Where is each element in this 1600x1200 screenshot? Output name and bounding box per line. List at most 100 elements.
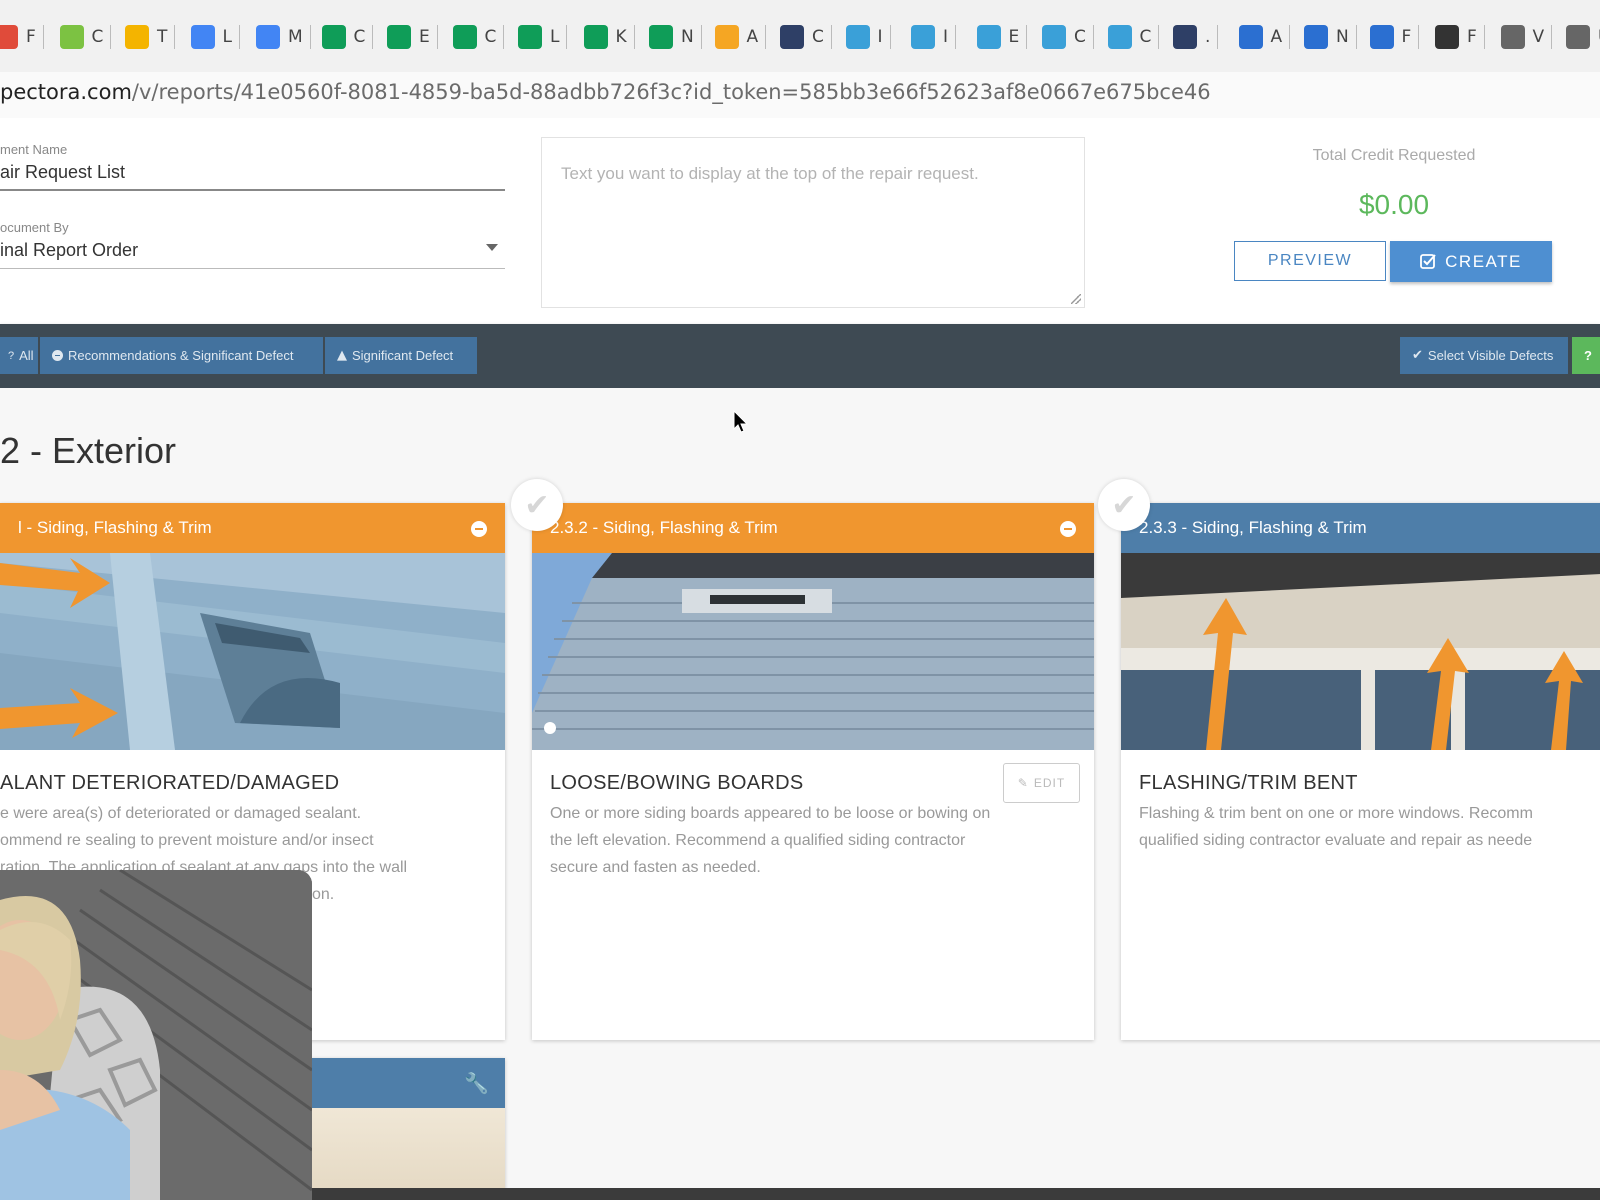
hexagon-icon [845,25,870,49]
bookmark-item[interactable]: L [518,22,568,52]
document-name-underline [0,189,505,191]
bookmark-separator [830,25,832,49]
bookmark-item[interactable]: E [976,22,1028,52]
bookmark-separator [633,25,635,49]
bookmark-label: C [812,27,824,47]
help-button[interactable]: ? [1572,337,1600,374]
intro-textarea[interactable] [542,138,1084,307]
minus-circle-icon[interactable] [1060,521,1076,537]
address-bar[interactable]: pectora.com/v/reports/41e0560f-8081-4859… [0,72,1600,119]
bookmark-item[interactable]: A [714,22,767,52]
bookmark-item[interactable]: E [387,22,438,52]
resize-handle-icon[interactable] [1071,294,1081,304]
circle-c-icon [1238,25,1263,49]
defect-photo[interactable] [0,553,505,750]
bookmark-item[interactable]: N [1304,22,1357,52]
description-line: One or more siding boards appeared to be… [550,805,991,822]
card-header[interactable]: 2.3.2 - Siding, Flashing & Trim [532,503,1094,553]
bookmark-label: N [681,27,694,47]
circle-c-icon [1369,25,1394,49]
bookmark-item[interactable]: C [321,22,374,52]
bookmark-item[interactable]: I [911,22,957,52]
bookmark-label: E [1008,27,1020,47]
hexagon-icon [1107,25,1132,49]
bookmark-item[interactable]: C [780,22,832,52]
create-button[interactable]: CREATE [1390,241,1552,282]
filter-recommendations-button[interactable]: Recommendations & Significant Defect [40,337,323,374]
select-check-icon[interactable]: ✔ [1098,479,1150,531]
card-header-label: 2.3.3 - Siding, Flashing & Trim [1139,518,1367,537]
bookmark-item[interactable]: V [1500,22,1553,52]
bookmark-item[interactable]: C [1107,22,1160,52]
bookmark-item[interactable]: T [125,22,176,52]
defect-photo[interactable] [532,553,1094,750]
defect-title: ALANT DETERIORATED/DAMAGED [0,772,340,794]
intro-text-box[interactable] [541,137,1085,308]
bookmark-item[interactable]: F [1369,22,1420,52]
hexagon-icon [1042,25,1066,49]
google-sheets-icon [387,25,411,49]
bookmark-item[interactable]: C [59,22,112,52]
bookmark-label: T [157,27,168,47]
defect-filter-bar: ? All Recommendations & Significant Defe… [0,324,1600,388]
google-sheets-icon [583,25,608,49]
bookmark-label: V [1532,27,1545,47]
help-circle-icon: ? [8,349,15,362]
card-header[interactable]: l - Siding, Flashing & Trim [0,503,505,553]
select-visible-defects-button[interactable]: ✔ Select Visible Defects [1400,337,1568,374]
bookmark-item[interactable]: M [256,22,311,52]
bookmark-item[interactable]: L [190,22,240,52]
wrench-icon[interactable]: 🔧 [464,1071,489,1095]
bookmark-item[interactable]: U [1566,22,1600,52]
bookmark-separator [765,25,767,49]
bookmark-item[interactable]: N [649,22,702,52]
warning-icon: ▲ [337,348,347,363]
filter-significant-label: Significant Defect [352,348,454,363]
check-icon: ✔ [1412,348,1423,363]
bookmark-separator [1355,25,1357,49]
bookmark-label: C [1139,27,1152,47]
defect-photo[interactable] [310,1108,505,1200]
url-text[interactable]: pectora.com/v/reports/41e0560f-8081-4859… [0,80,1211,104]
bookmark-item[interactable]: C [452,22,505,52]
url-host: pectora.com [0,80,132,104]
google-sheets-icon [321,25,346,49]
bookmark-label: M [288,27,303,47]
edit-button[interactable]: ✎ EDIT [1003,763,1080,803]
bookmark-label: C [353,27,366,47]
description-line: Flashing & trim bent on one or more wind… [1139,805,1533,822]
house-logo-icon [780,25,804,49]
refresh-icon [1500,25,1525,49]
select-visible-defects-label: Select Visible Defects [1427,348,1554,363]
bookmark-item[interactable]: F [0,22,44,52]
bookmark-label: C [91,27,104,47]
select-check-icon[interactable]: ✔ [511,479,563,531]
bookmark-separator [1483,25,1485,49]
description-line: the left elevation. Recommend a qualifie… [550,832,966,849]
card-header[interactable]: 2.3.3 - Siding, Flashing & Trim [1121,503,1600,553]
bookmark-label: K [615,27,627,47]
bookmark-item[interactable]: . [1173,22,1219,52]
bookmark-item[interactable]: C [1042,22,1094,52]
help-icon: ? [1584,348,1592,363]
bookmark-item[interactable]: F [1435,22,1485,52]
description-line: e were area(s) of deteriorated or damage… [0,805,362,822]
bookmark-item[interactable]: I [845,22,891,52]
google-sheets-icon [518,25,542,49]
filter-significant-button[interactable]: ▲ Significant Defect [325,337,477,374]
preview-button[interactable]: PREVIEW [1234,241,1386,281]
bookmark-label: I [877,27,883,47]
bookmark-item[interactable]: K [583,22,635,52]
minus-circle-icon[interactable] [471,521,487,537]
total-credit-label: Total Credit Requested [1312,147,1476,164]
bookmark-label: F [1467,27,1477,47]
document-name-input[interactable]: air Request List [0,162,125,183]
filter-all-button[interactable]: ? All [0,337,38,374]
defect-photo[interactable] [1121,553,1600,750]
sort-by-select[interactable]: inal Report Order [0,240,138,261]
bookmark-label: F [26,27,36,47]
bookmark-item[interactable]: A [1238,22,1291,52]
chevron-down-icon[interactable] [486,244,498,251]
bookmark-label: I [943,27,949,47]
bookmark-separator [1289,25,1291,49]
